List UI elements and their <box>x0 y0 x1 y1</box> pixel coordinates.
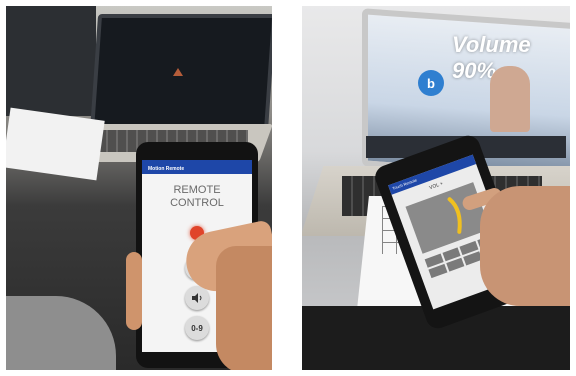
person-lap <box>6 296 116 370</box>
video-presenter <box>490 66 530 132</box>
desktop-monitor <box>6 6 96 116</box>
app-title: Touch Remote <box>391 177 418 191</box>
hand <box>480 186 570 306</box>
logo-letter: b <box>427 75 435 91</box>
right-photo: Volume 90% b Touch Remote VOL + <box>302 6 570 370</box>
remote-heading-line2: CONTROL <box>170 197 224 209</box>
app-bar: Motion Remote <box>142 160 252 174</box>
left-photo: Motion Remote REMOTE CONTROL CH 0-9 <box>6 6 272 370</box>
warning-triangle-icon <box>173 68 183 76</box>
digits-button-label: 0-9 <box>191 323 203 333</box>
remote-heading-line1: REMOTE <box>173 184 221 196</box>
paper-sheet <box>6 107 105 181</box>
digits-button[interactable]: 0-9 <box>185 316 209 340</box>
left-finger <box>126 252 142 330</box>
app-logo: b <box>418 70 444 96</box>
remote-control-heading: REMOTE CONTROL <box>142 184 252 210</box>
app-title: Motion Remote <box>148 166 185 172</box>
speaker-icon <box>192 293 202 303</box>
hand <box>216 246 272 370</box>
